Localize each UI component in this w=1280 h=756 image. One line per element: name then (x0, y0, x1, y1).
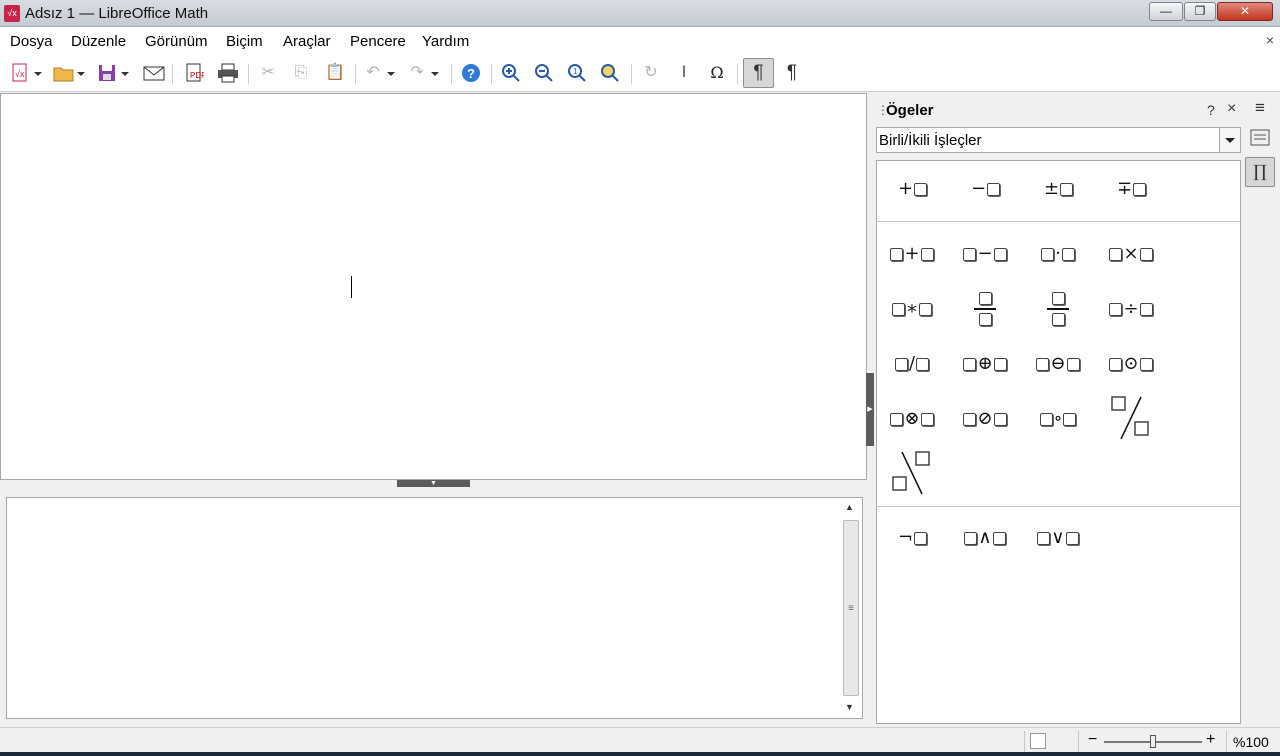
element-boolean-not[interactable]: ¬ (881, 517, 943, 557)
show-formatting-icon[interactable]: ¶ (780, 61, 804, 85)
menu-bicim[interactable]: Biçim (226, 33, 263, 50)
text-cursor (351, 276, 352, 298)
menu-duzenle[interactable]: Düzenle (71, 33, 126, 50)
element-addition[interactable]: + (881, 233, 943, 273)
scroll-down-icon[interactable]: ▼ (845, 702, 854, 712)
help-icon[interactable]: ? (459, 61, 483, 85)
sidebar-collapse-handle-icon[interactable]: ▶ (866, 373, 874, 446)
show-all-icon[interactable] (598, 61, 622, 85)
open-folder-icon[interactable] (51, 61, 85, 85)
element-division[interactable]: ÷ (1100, 288, 1162, 328)
print-icon[interactable] (215, 61, 239, 85)
zoom-slider-thumb[interactable] (1150, 735, 1156, 748)
element-circled-slash[interactable]: ⊘ (954, 398, 1016, 438)
element-multiplication-x[interactable]: × (1100, 233, 1162, 273)
symbols-icon[interactable]: Ω (705, 61, 729, 85)
element-circled-minus[interactable]: ⊖ (1027, 343, 1089, 383)
zoom-100-icon[interactable]: 1 (565, 61, 589, 85)
zoom-in-button[interactable]: + (1206, 731, 1215, 749)
menu-dosya[interactable]: Dosya (10, 33, 53, 50)
menu-araclar[interactable]: Araçlar (283, 33, 331, 50)
element-wideslash[interactable] (1100, 396, 1162, 440)
os-taskbar (0, 752, 1280, 756)
element-multiplication-asterisk[interactable]: ∗ (881, 288, 943, 328)
minimize-button[interactable]: — (1149, 2, 1183, 21)
email-icon[interactable] (141, 61, 165, 85)
svg-text:?: ? (467, 66, 475, 81)
new-document-icon[interactable]: √x (8, 61, 42, 85)
libreoffice-math-icon: √x (4, 5, 20, 22)
zoom-out-button[interactable]: − (1088, 731, 1097, 749)
element-fraction-wide[interactable] (1027, 288, 1089, 328)
paste-icon[interactable]: 📋 (323, 61, 347, 85)
element-concatenate[interactable]: ∘ (1027, 398, 1089, 438)
element-boolean-or[interactable]: ∨ (1027, 517, 1089, 557)
standard-toolbar: √x PDF ✂ ⎘ 📋 ↶ ↷ ? 1 ↻ Ⅰ Ω ¶ ¶ (0, 55, 1280, 92)
deck-title: Ögeler (886, 102, 934, 119)
category-value: Birli/İkili İşleçler (879, 132, 982, 149)
export-pdf-icon[interactable]: PDF (182, 61, 206, 85)
group-divider (877, 506, 1240, 507)
redo-icon[interactable]: ↷ (405, 61, 439, 85)
menu-yardim[interactable]: Yardım (422, 33, 469, 50)
command-editor[interactable]: ▲ ≡ ▼ (6, 497, 863, 719)
element-unary-minus[interactable]: − (954, 168, 1016, 208)
pane-splitter[interactable]: ▼ (0, 480, 867, 497)
element-subtraction[interactable]: − (954, 233, 1016, 273)
element-widebslash[interactable] (881, 451, 943, 495)
update-icon[interactable]: ↻ (639, 61, 663, 85)
element-unary-plus[interactable]: + (881, 168, 943, 208)
svg-text:√x: √x (15, 69, 25, 79)
element-circled-times[interactable]: ⊗ (881, 398, 943, 438)
copy-icon[interactable]: ⎘ (289, 61, 313, 85)
close-document-icon[interactable]: × (1266, 32, 1274, 48)
element-boolean-and[interactable]: ∧ (954, 517, 1016, 557)
element-minus-plus[interactable]: ∓ (1100, 168, 1162, 208)
help-button[interactable]: ? (1207, 102, 1215, 118)
zoom-in-icon[interactable] (499, 61, 523, 85)
collapse-handle-icon[interactable]: ▼ (397, 480, 470, 487)
element-circled-dot[interactable]: ⊙ (1100, 343, 1162, 383)
elements-panel: + − ± ∓ + − · × ∗ ÷ / ⊕ ⊖ ⊙ ⊗ ⊘ ∘ ¬ ∧ ∨ (876, 160, 1241, 724)
zoom-out-icon[interactable] (532, 61, 556, 85)
window-title: Adsız 1 — LibreOffice Math (25, 5, 209, 22)
maximize-button[interactable]: ❐ (1184, 2, 1216, 21)
save-icon[interactable] (95, 61, 129, 85)
document-modified-icon (1030, 733, 1046, 749)
zoom-level[interactable]: %100 (1233, 734, 1269, 750)
element-slash[interactable]: / (881, 343, 943, 383)
menu-pencere[interactable]: Pencere (350, 33, 406, 50)
scroll-up-icon[interactable]: ▲ (845, 502, 854, 512)
close-button[interactable]: ✕ (1217, 2, 1273, 21)
sidebar-tabbar: ≡ ∏ (1242, 93, 1280, 724)
elements-deck: ⋮ Ögeler ? × Birli/İkili İşleçler + − ± ∓ + −… (875, 93, 1242, 724)
menu-bar: Dosya Düzenle Görünüm Biçim Araçlar Penc… (0, 27, 1280, 55)
chevron-down-icon[interactable] (1219, 128, 1240, 152)
close-deck-icon[interactable]: × (1227, 100, 1236, 118)
formula-display[interactable] (0, 93, 867, 480)
properties-icon[interactable] (1245, 124, 1275, 154)
svg-text:1: 1 (573, 67, 578, 76)
element-circled-plus[interactable]: ⊕ (954, 343, 1016, 383)
svg-text:PDF: PDF (190, 71, 204, 80)
category-select[interactable]: Birli/İkili İşleçler (876, 127, 1241, 153)
element-multiplication-dot[interactable]: · (1027, 233, 1089, 273)
formula-cursor-icon[interactable]: Ⅰ (672, 61, 696, 85)
menu-icon[interactable]: ≡ (1245, 94, 1275, 124)
title-bar: √x Adsız 1 — LibreOffice Math — ❐ ✕ (0, 0, 1280, 27)
element-fraction[interactable] (954, 288, 1016, 328)
vertical-scrollbar[interactable]: ▲ ≡ ▼ (840, 498, 862, 718)
group-divider (877, 221, 1240, 222)
menu-gorunum[interactable]: Görünüm (145, 33, 208, 50)
cut-icon[interactable]: ✂ (256, 61, 280, 85)
undo-icon[interactable]: ↶ (361, 61, 395, 85)
element-plus-minus[interactable]: ± (1027, 168, 1089, 208)
elements-tab-icon[interactable]: ∏ (1245, 157, 1275, 187)
show-elements-icon[interactable]: ¶ (743, 58, 774, 88)
scroll-thumb[interactable]: ≡ (843, 520, 859, 696)
